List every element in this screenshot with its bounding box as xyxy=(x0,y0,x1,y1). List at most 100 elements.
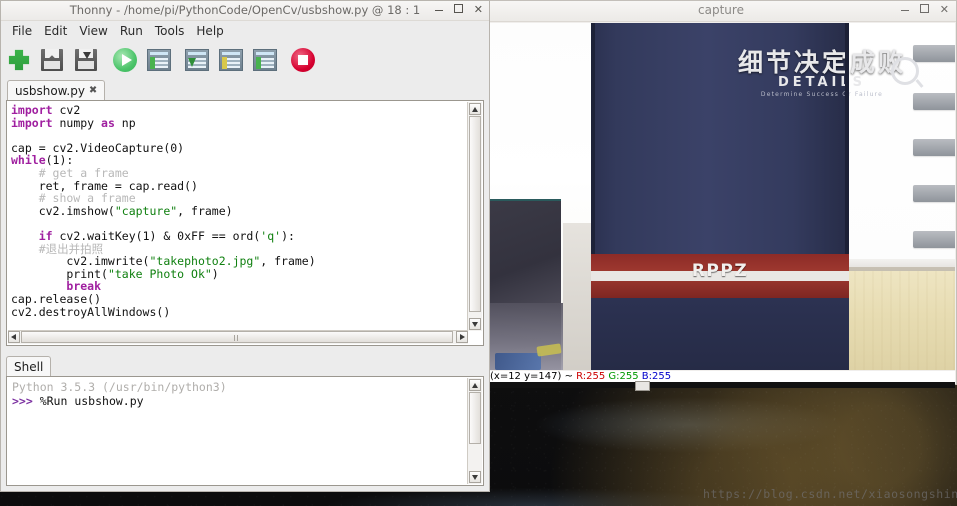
capture-window-title: capture xyxy=(698,3,744,17)
code-token: numpy xyxy=(52,115,102,130)
code-token: ) xyxy=(211,266,219,281)
code-line: cv2.imshow("capture", frame) xyxy=(11,203,466,218)
thonny-minimize-button[interactable] xyxy=(434,4,443,16)
blog-watermark: https://blog.csdn.net/xiaosongshine xyxy=(703,487,957,501)
tab-close-icon[interactable]: ✖ xyxy=(89,85,97,96)
shell-vertical-scrollbar[interactable] xyxy=(467,378,482,484)
menu-item-view[interactable]: View xyxy=(73,23,113,39)
editor-horizontal-scrollbar[interactable] xyxy=(8,330,468,344)
tab-label: usbshow.py xyxy=(15,83,85,98)
stop-icon xyxy=(291,48,315,72)
save-file-button[interactable] xyxy=(75,47,101,73)
step-into-button[interactable] xyxy=(219,47,245,73)
code-token: , frame) xyxy=(260,254,316,269)
shell-output[interactable]: Python 3.5.3 (/usr/bin/python3) >>> %Run … xyxy=(12,380,466,409)
stop-button[interactable] xyxy=(291,47,317,73)
step-over-icon xyxy=(185,49,209,71)
load-file-button[interactable] xyxy=(41,47,67,73)
shelf-slat xyxy=(913,139,955,156)
thonny-window-title: Thonny - /home/pi/PythonCode/OpenCv/usbs… xyxy=(69,3,421,17)
pillar-band-text: RPPZ xyxy=(691,261,749,281)
code-token: cv2.destroyAllWindows() xyxy=(11,304,171,319)
capture-close-button[interactable]: ✕ xyxy=(940,4,949,16)
editor-vscroll-thumb[interactable] xyxy=(469,116,481,312)
capture-minimize-button[interactable] xyxy=(900,4,909,16)
step-over-button[interactable] xyxy=(185,47,211,73)
pixel-green-value: G:255 xyxy=(605,371,639,382)
menu-item-edit[interactable]: Edit xyxy=(38,23,73,39)
thonny-window-controls: ✕ xyxy=(434,4,483,16)
shell-command: %Run usbshow.py xyxy=(39,393,144,408)
menu-item-tools[interactable]: Tools xyxy=(149,23,191,39)
code-token: as xyxy=(101,115,115,130)
run-button[interactable] xyxy=(113,47,139,73)
step-over-arrow-icon xyxy=(188,57,196,69)
step-out-button[interactable] xyxy=(253,47,279,73)
capture-scrollbar-thumb[interactable] xyxy=(635,381,650,391)
capture-horizontal-scrollbar[interactable] xyxy=(489,381,955,391)
code-token: , frame) xyxy=(177,203,233,218)
pixel-red-value: R:255 xyxy=(576,371,606,382)
debug-button[interactable] xyxy=(147,47,173,73)
code-line: cap = cv2.VideoCapture(0) xyxy=(11,141,466,155)
scroll-left-button[interactable] xyxy=(8,331,20,343)
code-token: ): xyxy=(281,228,295,243)
code-text[interactable]: import cv2 import numpy as np cap = cv2.V… xyxy=(11,104,466,330)
thonny-close-button[interactable]: ✕ xyxy=(474,4,483,16)
scroll-right-button[interactable] xyxy=(456,331,468,343)
editor-vertical-scrollbar[interactable] xyxy=(467,102,482,331)
toolbar xyxy=(1,40,489,80)
thonny-window[interactable]: Thonny - /home/pi/PythonCode/OpenCv/usbs… xyxy=(0,0,490,492)
shell-scroll-down-button[interactable] xyxy=(469,471,481,483)
step-into-icon xyxy=(219,49,243,71)
shell-vscroll-thumb[interactable] xyxy=(469,392,481,444)
cursor-coordinates: (x=12 y=147) ~ xyxy=(490,371,577,382)
shell-tab-label: Shell xyxy=(14,359,44,374)
code-line: import numpy as np xyxy=(11,115,466,130)
code-editor[interactable]: import cv2 import numpy as np cap = cv2.V… xyxy=(6,100,484,346)
code-token: cv2.imshow( xyxy=(11,203,115,218)
thonny-maximize-button[interactable] xyxy=(453,4,463,16)
play-icon xyxy=(113,48,137,72)
shell-scroll-up-button[interactable] xyxy=(469,379,481,391)
shell-panel[interactable]: Python 3.5.3 (/usr/bin/python3) >>> %Run … xyxy=(6,376,484,486)
editor-hscroll-thumb[interactable] xyxy=(21,331,453,343)
shell-segment: >>> xyxy=(12,393,40,408)
shell-segment: Python 3.5.3 (/usr/bin/python3) xyxy=(12,380,227,394)
step-out-marker xyxy=(256,57,261,69)
capture-maximize-button[interactable] xyxy=(919,4,929,16)
shelf-slat xyxy=(913,231,955,248)
plus-icon xyxy=(8,49,30,71)
tab-usbshow-py[interactable]: usbshow.py ✖ xyxy=(7,80,106,100)
capture-titlebar[interactable]: capture ✕ xyxy=(486,1,956,22)
pillar-logo-subtitle: Determine Success Or Failure xyxy=(760,91,884,98)
capture-window-controls: ✕ xyxy=(900,4,949,16)
video-frame: 细节决定成败 DETAILS Determine Success Or Fail… xyxy=(489,23,955,370)
menu-item-file[interactable]: File xyxy=(6,23,38,39)
wall-strip xyxy=(563,223,593,370)
code-token: "capture" xyxy=(114,203,178,218)
tab-shell[interactable]: Shell xyxy=(6,356,52,376)
shell-line: Python 3.5.3 (/usr/bin/python3) xyxy=(12,380,466,395)
arrow-down-icon xyxy=(83,52,91,59)
save-disk-icon xyxy=(75,49,97,71)
code-token: np xyxy=(114,115,136,130)
step-into-marker xyxy=(222,57,227,69)
menu-item-help[interactable]: Help xyxy=(190,23,229,39)
shell-line: >>> %Run usbshow.py xyxy=(12,393,466,409)
chair-blue-detail xyxy=(495,353,541,370)
shell-tab-strip: Shell xyxy=(6,356,52,376)
new-file-button[interactable] xyxy=(7,47,33,73)
editor-tab-strip: usbshow.py ✖ xyxy=(1,80,489,100)
scroll-down-button[interactable] xyxy=(469,318,481,330)
scrollbar-grip xyxy=(234,335,240,341)
scroll-up-button[interactable] xyxy=(469,103,481,115)
menu-item-run[interactable]: Run xyxy=(114,23,149,39)
code-line: cv2.destroyAllWindows() xyxy=(11,304,466,319)
magnifier-icon xyxy=(891,57,919,85)
opencv-capture-window[interactable]: capture ✕ 细节决定成败 DETAILS Determine Succe… xyxy=(485,0,957,391)
debug-marker xyxy=(150,57,155,69)
pillar-lower-band xyxy=(591,298,849,370)
code-token: "take Photo Ok" xyxy=(107,266,212,281)
thonny-titlebar[interactable]: Thonny - /home/pi/PythonCode/OpenCv/usbs… xyxy=(1,1,489,21)
